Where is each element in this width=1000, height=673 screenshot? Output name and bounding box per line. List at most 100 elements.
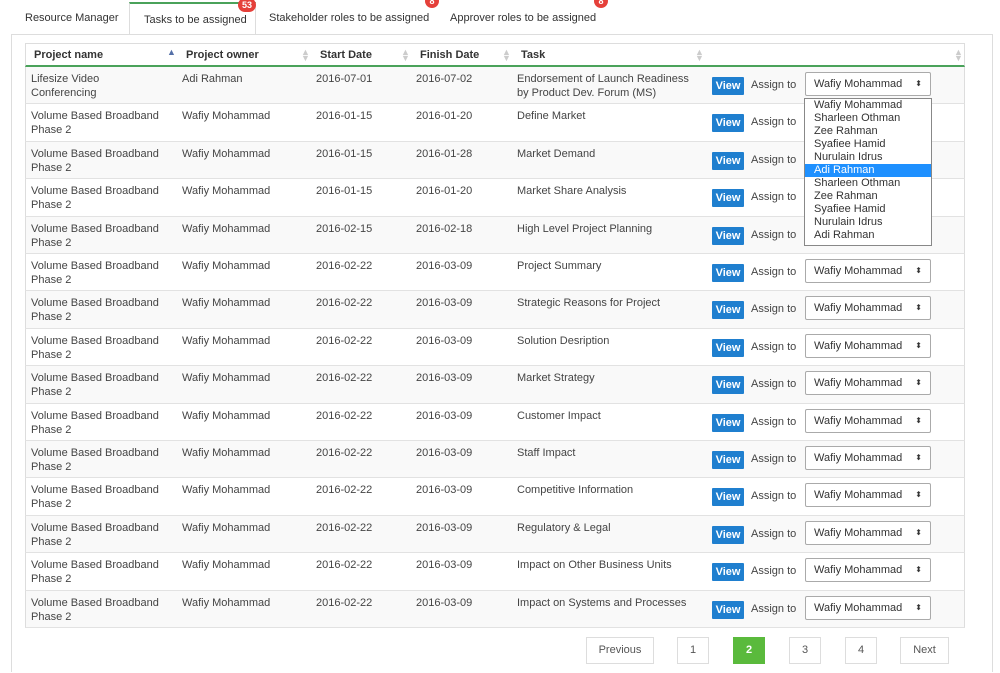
task-cell: Solution Desription [517, 334, 610, 347]
table-row: Volume Based Broadband Phase 2 Wafiy Moha… [25, 553, 965, 591]
start-date-cell: 2016-02-22 [316, 297, 373, 310]
dropdown-option[interactable]: Syafiee Hamid [805, 138, 931, 151]
tab-stakeholder-roles[interactable]: Stakeholder roles to be assigned 8 [269, 0, 439, 33]
page-4-button[interactable]: 4 [845, 637, 877, 664]
project-owner-cell: Wafiy Mohammad [182, 110, 271, 123]
tab-label: Resource Manager [25, 12, 119, 24]
start-date-cell: 2016-02-22 [316, 484, 373, 497]
view-button[interactable]: View [712, 301, 744, 320]
assign-to-label: Assign to [751, 228, 797, 241]
sort-icon[interactable]: ▲ ▼ [695, 48, 704, 63]
view-button[interactable]: View [712, 114, 744, 133]
select-caret-icon: ⬍ [915, 79, 922, 88]
previous-page-button[interactable]: Previous [586, 637, 654, 664]
header-label: Project name [34, 49, 104, 61]
table-row: Volume Based Broadband Phase 2 Wafiy Moha… [25, 515, 965, 554]
assignee-select[interactable]: Wafiy Mohammad ⬍ [805, 446, 931, 470]
select-caret-icon: ⬍ [915, 565, 922, 575]
view-button[interactable]: View [712, 226, 744, 245]
view-button[interactable]: View [712, 600, 744, 619]
assignee-select[interactable]: Wafiy Mohammad ⬍ [805, 408, 931, 433]
assignee-select[interactable]: Wafiy Mohammad ⬍ [805, 371, 931, 396]
sort-icon[interactable]: ▲ ▼ [401, 48, 410, 63]
start-date-cell: 2016-02-22 [316, 260, 373, 272]
start-date-cell: 2016-01-15 [316, 147, 373, 160]
sort-icon[interactable]: ▲ ▼ [502, 48, 511, 63]
start-date-cell: 2016-02-22 [316, 372, 373, 385]
dropdown-option[interactable]: Adi Rahman [805, 164, 931, 177]
assign-to-label: Assign to [751, 340, 797, 353]
dropdown-option[interactable]: Nurulain Idrus [805, 151, 931, 164]
sort-ascending-icon[interactable]: ▲ [167, 48, 176, 57]
header-project-name[interactable]: Project name [34, 44, 103, 66]
dropdown-option[interactable]: Sharleen Othman [805, 112, 931, 125]
approver-count-badge: 8 [594, 0, 608, 8]
project-name-cell: Volume Based Broadband Phase 2 [31, 372, 159, 399]
assignee-select[interactable]: Wafiy Mohammad ⬍ [805, 558, 931, 583]
assignee-select[interactable]: Wafiy Mohammad ⬍ [805, 259, 931, 283]
view-button[interactable]: View [712, 488, 744, 507]
task-cell: Market Share Analysis [517, 185, 627, 198]
dropdown-option[interactable]: Wafiy Mohammad [805, 99, 931, 112]
view-button[interactable]: View [712, 376, 744, 395]
view-button[interactable]: View [712, 413, 744, 432]
project-name-cell: Volume Based Broadband Phase 2 [31, 521, 159, 548]
select-caret-icon: ⬍ [915, 527, 922, 537]
assignee-select[interactable]: Wafiy Mohammad ⬍ [805, 296, 931, 321]
header-task[interactable]: Task [521, 44, 545, 66]
page-2-button[interactable]: 2 [733, 637, 765, 664]
page-1-button[interactable]: 1 [677, 637, 709, 664]
next-page-button[interactable]: Next [900, 637, 949, 664]
assignee-select[interactable]: Wafiy Mohammad ⬍ [805, 595, 931, 620]
project-owner-cell: Wafiy Mohammad [182, 484, 271, 497]
table-row: Volume Based Broadband Phase 2 Wafiy Moha… [25, 441, 965, 479]
view-button[interactable]: View [712, 264, 744, 282]
project-owner-cell: Wafiy Mohammad [182, 596, 271, 609]
sort-icon[interactable]: ▲ ▼ [954, 48, 963, 63]
dropdown-option[interactable]: Zee Rahman [805, 125, 931, 138]
tab-bar: Resource Manager Tasks to be assigned 53… [0, 0, 1000, 34]
finish-date-cell: 2016-02-18 [416, 222, 473, 235]
table-row: Volume Based Broadband Phase 2 Wafiy Moha… [25, 478, 965, 516]
view-button[interactable]: View [712, 77, 744, 95]
header-start-date[interactable]: Start Date [320, 44, 372, 66]
tab-resource-manager[interactable]: Resource Manager [25, 0, 119, 33]
assign-to-label: Assign to [751, 565, 797, 578]
tab-tasks-to-be-assigned[interactable]: Tasks to be assigned 53 [129, 0, 257, 34]
tab-approver-roles[interactable]: Approver roles to be assigned 8 [450, 0, 608, 33]
finish-date-cell: 2016-01-20 [416, 185, 473, 198]
view-button[interactable]: View [712, 525, 744, 544]
select-caret-icon: ⬍ [915, 340, 922, 350]
assign-to-label: Assign to [751, 378, 797, 391]
assignee-select[interactable]: Wafiy Mohammad ⬍ [805, 483, 931, 508]
assignee-select[interactable]: Wafiy Mohammad ⬍ [805, 333, 931, 358]
assignee-selected-value: Wafiy Mohammad [814, 377, 903, 390]
header-finish-date[interactable]: Finish Date [420, 44, 479, 66]
dropdown-option[interactable]: Sharleen Othman [805, 177, 931, 190]
header-label: Task [521, 49, 546, 61]
dropdown-option[interactable]: Adi Rahman [805, 229, 931, 242]
table-header: Project name ▲ Project owner ▲ ▼ Start Da… [25, 43, 965, 67]
task-cell: High Level Project Planning [517, 222, 653, 235]
sort-icon[interactable]: ▲ ▼ [301, 48, 310, 63]
assignee-dropdown-list[interactable]: Wafiy Mohammad Sharleen Othman Zee Rahman S… [804, 98, 932, 246]
assignee-select[interactable]: Wafiy Mohammad ⬍ [805, 72, 931, 96]
assign-to-label: Assign to [751, 303, 797, 316]
view-button[interactable]: View [712, 338, 744, 357]
view-button[interactable]: View [712, 189, 744, 208]
view-button[interactable]: View [712, 563, 744, 582]
start-date-cell: 2016-01-15 [316, 185, 373, 198]
assign-to-label: Assign to [751, 266, 797, 278]
view-button[interactable]: View [712, 451, 744, 469]
page-3-button[interactable]: 3 [789, 637, 821, 664]
assignee-select[interactable]: Wafiy Mohammad ⬍ [805, 520, 931, 545]
view-button[interactable]: View [712, 151, 744, 170]
header-project-owner[interactable]: Project owner [186, 44, 259, 66]
project-owner-cell: Adi Rahman [182, 73, 243, 85]
finish-date-cell: 2016-03-09 [416, 334, 473, 347]
project-owner-cell: Wafiy Mohammad [182, 297, 271, 310]
dropdown-option[interactable]: Zee Rahman [805, 190, 931, 203]
dropdown-option[interactable]: Nurulain Idrus [805, 216, 931, 229]
finish-date-cell: 2016-03-09 [416, 484, 473, 497]
dropdown-option[interactable]: Syafiee Hamid [805, 203, 931, 216]
